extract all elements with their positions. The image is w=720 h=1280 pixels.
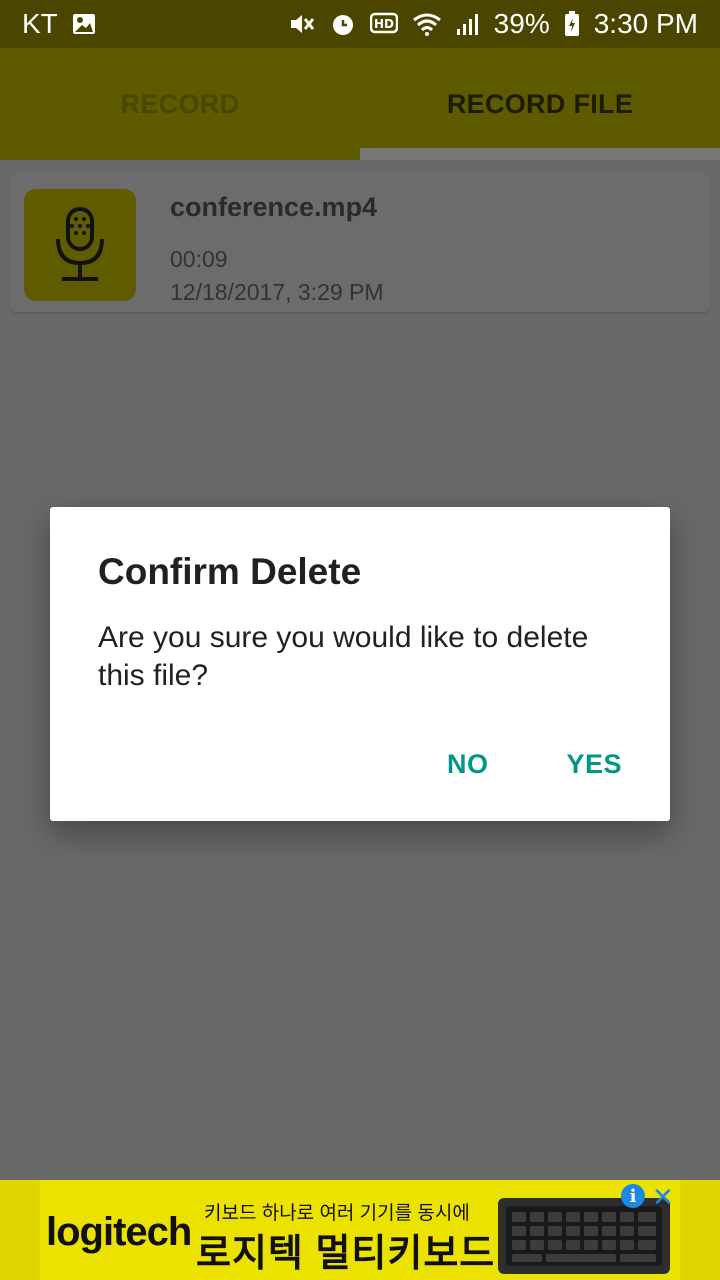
image-icon [72, 13, 96, 35]
yes-button[interactable]: YES [566, 749, 622, 780]
wifi-icon [412, 12, 442, 36]
file-name: conference.mp4 [170, 192, 378, 222]
clock: 3:30 PM [593, 8, 698, 39]
microphone-icon [24, 189, 136, 301]
list-item[interactable]: conference.mp4 00:09 12/18/2017, 3:29 PM [10, 172, 710, 312]
dialog-message: Are you sure you would like to delete th… [98, 621, 589, 692]
keyboard-image [498, 1198, 670, 1274]
ad-brand-logo: logitech [46, 1210, 192, 1254]
tab-record[interactable]: RECORD [0, 48, 360, 160]
file-date: 12/18/2017, 3:29 PM [170, 279, 384, 305]
alarm-icon [330, 11, 356, 37]
ad-title: 로지텍 멀티키보드 [196, 1233, 496, 1275]
battery-percent: 39% [493, 8, 550, 39]
ad-content[interactable]: logitech 키보드 하나로 여러 기기를 동시에 로지텍 멀티키보드 i … [40, 1180, 680, 1280]
ad-close-icon[interactable]: ✕ [652, 1182, 674, 1213]
status-left: KT [22, 8, 96, 40]
dialog-actions: NO YES [447, 749, 622, 780]
status-right: HD 39% 3:30 PM [288, 8, 698, 40]
dialog-title: Confirm Delete [98, 551, 362, 592]
hd-icon: HD [369, 12, 398, 36]
ad-info-icon[interactable]: i [621, 1184, 645, 1208]
tab-record-file[interactable]: RECORD FILE [360, 48, 720, 160]
ad-headline: 키보드 하나로 여러 기기를 동시에 [204, 1203, 470, 1224]
confirm-delete-dialog: Confirm Delete Are you sure you would li… [50, 507, 670, 821]
no-button[interactable]: NO [447, 749, 489, 780]
tab-bar: RECORD RECORD FILE [0, 48, 720, 160]
carrier-label: KT [22, 8, 58, 39]
battery-icon [564, 11, 580, 37]
status-bar: KT HD 39% 3:30 PM [0, 0, 720, 48]
mute-icon [288, 11, 316, 37]
svg-text:HD: HD [374, 17, 394, 31]
tab-selected-indicator [360, 148, 720, 160]
file-duration: 00:09 [170, 246, 228, 272]
signal-icon [456, 12, 480, 36]
ad-banner[interactable]: logitech 키보드 하나로 여러 기기를 동시에 로지텍 멀티키보드 i … [0, 1180, 720, 1280]
